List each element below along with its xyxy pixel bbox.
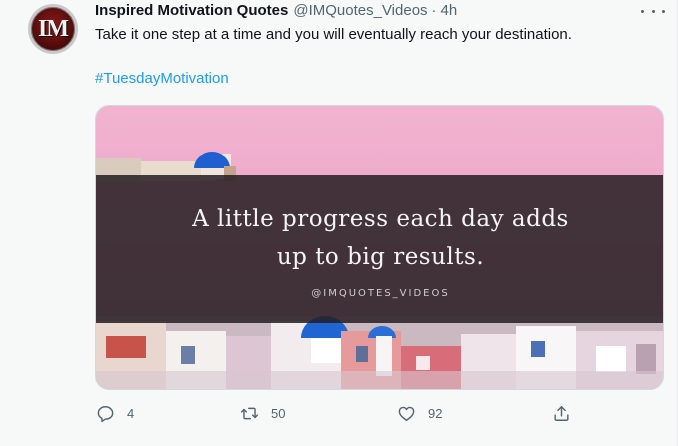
reply-count: 4 xyxy=(127,406,135,421)
retweet-icon xyxy=(240,407,259,420)
quote-line-2: up to big results. xyxy=(276,244,485,270)
author-name[interactable]: Inspired Motivation Quotes xyxy=(95,2,288,19)
reply-icon xyxy=(97,406,114,423)
author-handle[interactable]: @IMQuotes_Videos xyxy=(293,2,427,19)
more-icon[interactable] xyxy=(641,3,665,19)
like-icon xyxy=(398,406,415,421)
share-icon xyxy=(554,406,569,421)
retweet-count: 50 xyxy=(271,406,286,421)
header-separator: · xyxy=(431,2,437,19)
tweet-actions: 4 50 92 xyxy=(0,404,678,428)
share-button[interactable] xyxy=(552,404,571,423)
tweet-timestamp[interactable]: 4h xyxy=(441,2,458,19)
like-button[interactable]: 92 xyxy=(397,404,442,423)
retweet-button[interactable]: 50 xyxy=(240,404,285,423)
avatar-logo-text: IM xyxy=(38,15,69,42)
reply-button[interactable]: 4 xyxy=(96,404,134,423)
tweet[interactable]: IM Inspired Motivation Quotes @IMQuotes_… xyxy=(0,0,678,446)
tweet-header: Inspired Motivation Quotes @IMQuotes_Vid… xyxy=(95,2,457,22)
image-watermark: @IMQUOTES_VIDEOS xyxy=(311,288,450,299)
avatar[interactable]: IM xyxy=(28,4,78,54)
tweet-text: Take it one step at a time and you will … xyxy=(95,26,572,43)
hashtag-link[interactable]: #TuesdayMotivation xyxy=(95,70,229,87)
like-count: 92 xyxy=(428,406,443,421)
quote-line-1: A little progress each day adds xyxy=(192,206,569,232)
tweet-media-image[interactable]: A little progress each day adds up to bi… xyxy=(95,105,664,390)
